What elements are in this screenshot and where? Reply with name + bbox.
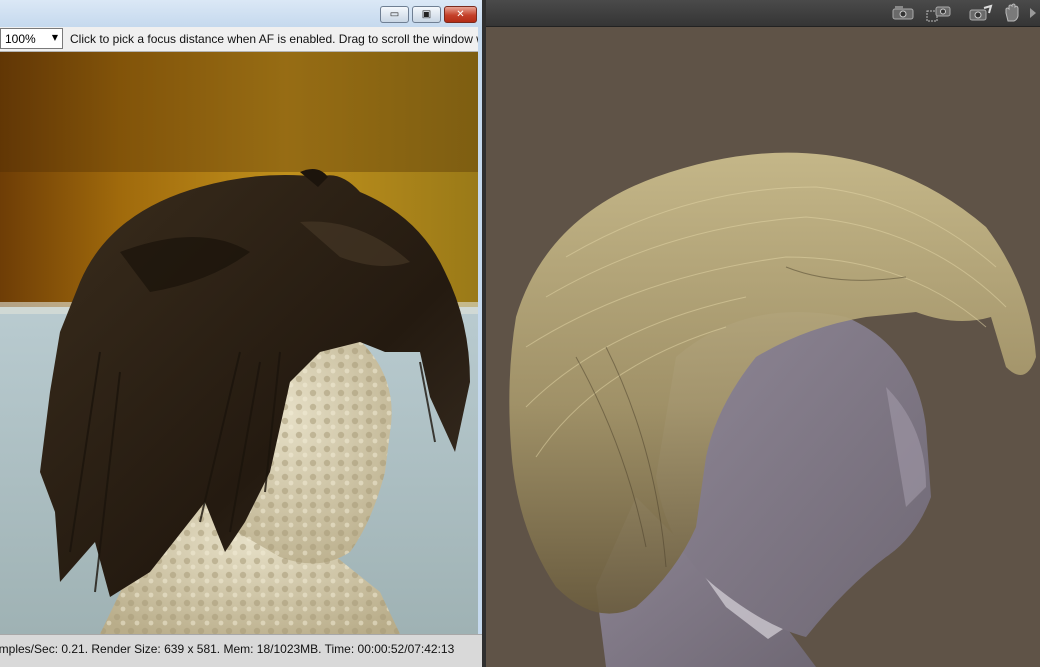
camera-orbit-icon[interactable] <box>890 3 916 23</box>
viewport-scene <box>486 27 1040 667</box>
close-icon: ✕ <box>456 8 465 20</box>
maximize-button[interactable]: ▣ <box>412 6 441 23</box>
camera-rotate-icon[interactable] <box>968 3 994 23</box>
viewport-toolbar <box>486 0 1040 27</box>
render-window: ▭ ▣ ✕ 100% ▼ Click to pick a focus dista… <box>0 0 482 667</box>
pan-hand-icon[interactable] <box>1000 3 1026 23</box>
minimize-button[interactable]: ▭ <box>380 6 409 23</box>
dropdown-arrow-icon: ▼ <box>51 33 58 42</box>
status-text: amples/Sec: 0.21. Render Size: 639 x 581… <box>0 642 455 656</box>
render-image <box>0 52 478 634</box>
render-canvas[interactable] <box>0 52 478 634</box>
status-bar: amples/Sec: 0.21. Render Size: 639 x 581… <box>0 634 482 667</box>
viewport-pane <box>486 0 1040 667</box>
viewport-canvas[interactable] <box>486 27 1040 667</box>
render-toolbar: 100% ▼ Click to pick a focus distance wh… <box>0 27 482 52</box>
chevron-right-icon[interactable] <box>1026 3 1040 23</box>
zoom-select[interactable]: 100% ▼ <box>0 28 63 49</box>
minimize-icon: ▭ <box>389 8 400 20</box>
maximize-icon: ▣ <box>421 8 432 20</box>
zoom-value: 100% <box>5 32 36 46</box>
window-titlebar[interactable]: ▭ ▣ ✕ <box>0 0 482 27</box>
camera-frame-icon[interactable] <box>926 3 952 23</box>
close-button[interactable]: ✕ <box>444 6 477 23</box>
hint-text: Click to pick a focus distance when AF i… <box>70 32 480 46</box>
